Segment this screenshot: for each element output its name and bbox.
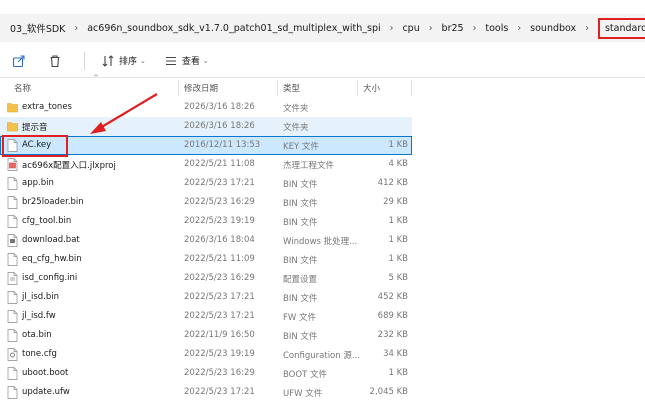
- annotation-arrow-icon: [90, 93, 158, 134]
